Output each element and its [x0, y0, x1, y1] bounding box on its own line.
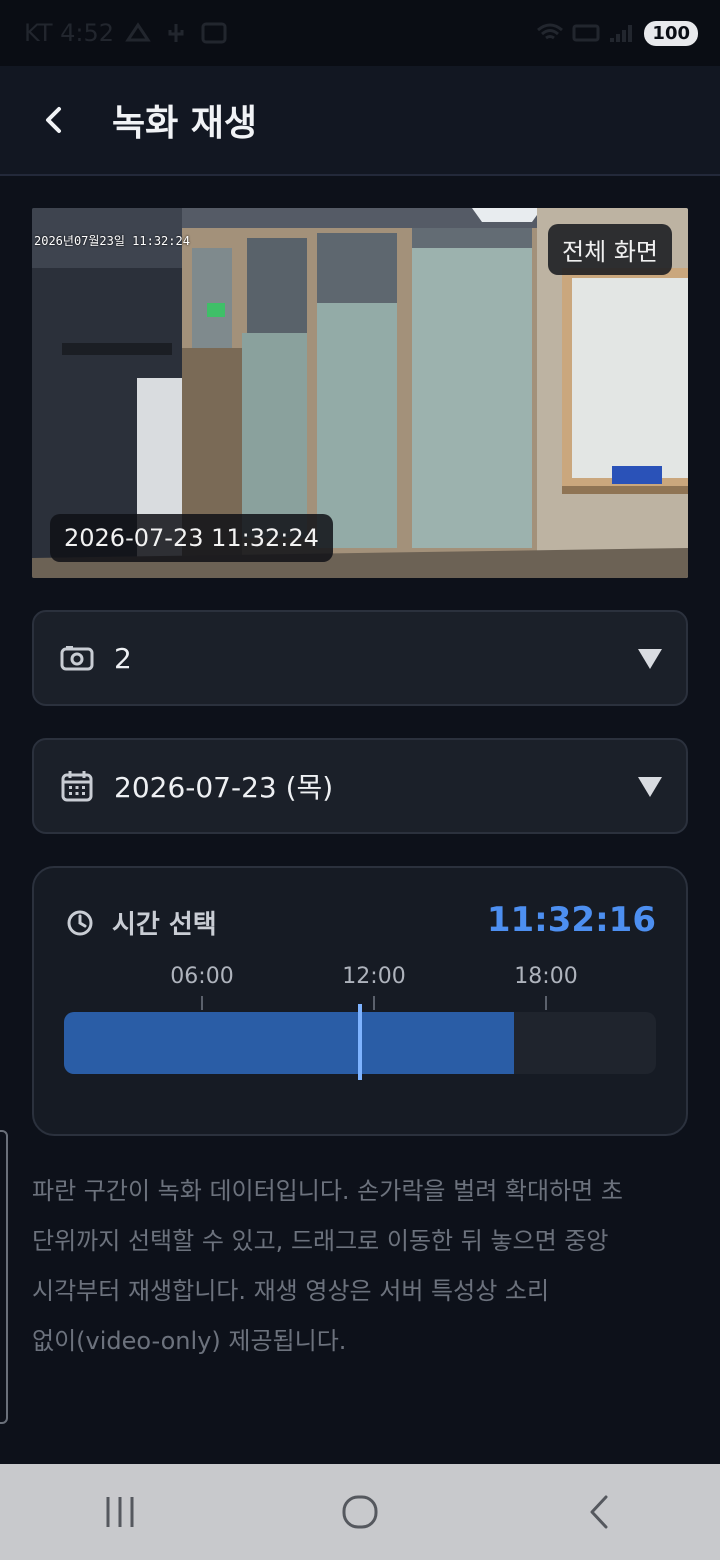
video-timestamp: 2026-07-23 11:32:24	[50, 514, 333, 562]
fullscreen-button[interactable]: 전체 화면	[548, 224, 672, 275]
wifi-icon	[537, 23, 564, 40]
usb-icon	[168, 24, 184, 42]
help-line: 시각부터 재생합니다. 재생 영상은 서버 특성상 소리	[32, 1277, 550, 1305]
system-nav-bar	[0, 1464, 720, 1560]
tick-label: 18:00	[514, 964, 578, 989]
volte-icon	[572, 24, 600, 42]
tick-mark	[201, 996, 203, 1010]
page-title: 녹화 재생	[112, 103, 258, 144]
battery-indicator: 100	[644, 20, 698, 46]
help-line: 단위까지 선택할 수 있고, 드래그로 이동한 뒤 놓으면 중앙	[32, 1227, 609, 1255]
status-right: 100	[536, 20, 698, 46]
signal-icon	[610, 25, 633, 42]
carrier-time: KT 4:52	[24, 19, 115, 47]
status-bar: KT 4:52 100	[0, 0, 720, 66]
camera-icon	[60, 641, 94, 675]
tick-mark	[545, 996, 547, 1010]
home-icon	[342, 1495, 378, 1529]
camera-osd-text: 2026년07월23일 11:32:24	[34, 234, 190, 248]
time-select-title: 시간 선택	[112, 910, 217, 940]
time-select-panel: 시간 선택 11:32:16 06:00 12:00 18:00	[32, 866, 688, 1136]
help-text: 파란 구간이 녹화 데이터입니다. 손가락을 벌려 확대하면 초 단위까지 선택…	[32, 1166, 672, 1366]
app-bar: 녹화 재생	[0, 66, 720, 176]
triangle-down-icon	[638, 777, 662, 797]
playhead-handle[interactable]	[358, 1004, 362, 1080]
kt-app-icon	[201, 22, 227, 44]
tick-label: 12:00	[342, 964, 406, 989]
help-line: 없이(video-only) 제공됩니다.	[32, 1327, 347, 1355]
back-nav-button[interactable]	[560, 1482, 640, 1542]
clock-icon	[67, 910, 93, 935]
back-button[interactable]	[24, 90, 84, 150]
home-button[interactable]	[320, 1482, 400, 1542]
triangle-down-icon	[638, 649, 662, 669]
calendar-icon	[60, 769, 94, 803]
camera-value: 2	[114, 641, 132, 675]
time-select-header: 시간 선택	[66, 904, 217, 941]
recorded-segment	[64, 1012, 514, 1074]
recent-apps-button[interactable]	[80, 1482, 160, 1542]
back-nav-icon	[590, 1495, 608, 1529]
status-left: KT 4:52	[24, 19, 228, 47]
date-value: 2026-07-23 (목)	[114, 771, 334, 804]
date-selector[interactable]: 2026-07-23 (목)	[32, 738, 688, 834]
edge-panel-handle[interactable]	[0, 1130, 8, 1424]
chevron-left-icon	[46, 107, 61, 133]
current-time: 11:32:16	[486, 900, 656, 940]
recent-apps-icon	[106, 1497, 134, 1527]
camera-selector[interactable]: 2	[32, 610, 688, 706]
tick-mark	[373, 996, 375, 1010]
help-line: 파란 구간이 녹화 데이터입니다. 손가락을 벌려 확대하면 초	[32, 1177, 623, 1205]
video-player[interactable]: 2026년07월23일 11:32:24 전체 화면 2026-07-23 11…	[32, 208, 688, 578]
notification-icon	[125, 22, 151, 42]
tick-label: 06:00	[170, 964, 234, 989]
